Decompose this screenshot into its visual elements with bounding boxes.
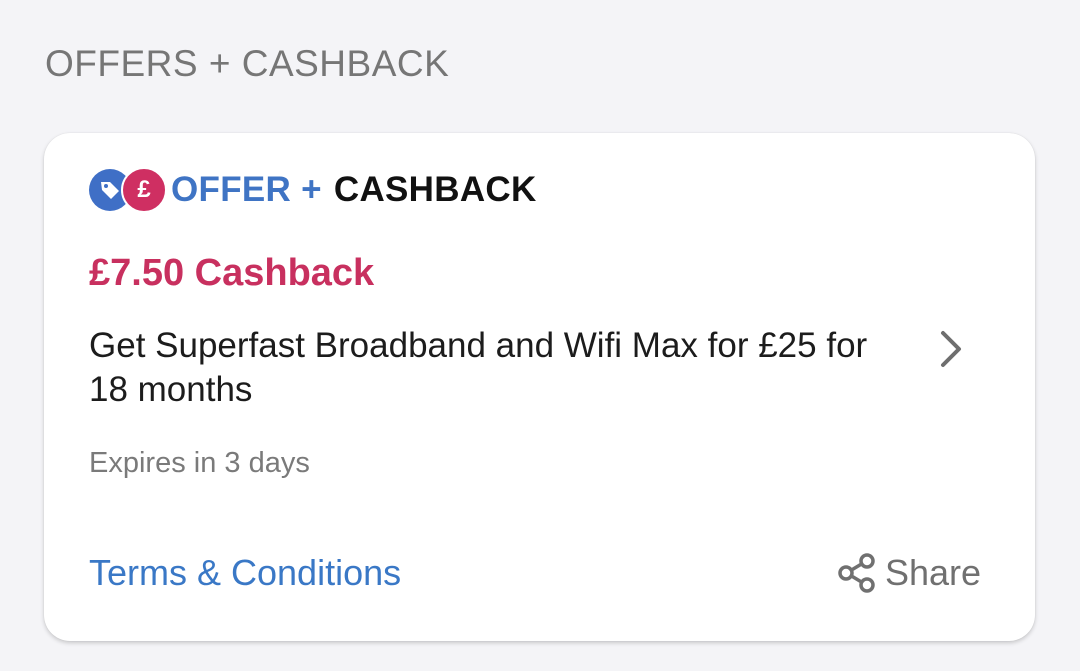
share-icon	[838, 553, 875, 593]
badge-cashback-label: CASHBACK	[333, 170, 537, 209]
terms-conditions-link[interactable]: Terms & Conditions	[89, 550, 401, 596]
offer-badge: £ OFFER + CASHBACK	[89, 167, 537, 213]
chevron-right-icon[interactable]	[937, 329, 967, 369]
share-label: Share	[885, 552, 982, 593]
cashback-amount: £7.50 Cashback	[89, 252, 375, 294]
expiry-text: Expires in 3 days	[89, 447, 310, 479]
pound-icon: £	[121, 167, 167, 213]
share-button[interactable]: Share	[837, 550, 981, 596]
offer-card[interactable]: £ OFFER + CASHBACK £7.50 Cashback Get Su…	[44, 133, 1035, 641]
badge-offer-label: OFFER +	[171, 170, 322, 209]
section-title: OFFERS + CASHBACK	[45, 43, 450, 84]
offer-description[interactable]: Get Superfast Broadband and Wifi Max for…	[89, 324, 889, 412]
badge-icons: £	[89, 167, 167, 213]
